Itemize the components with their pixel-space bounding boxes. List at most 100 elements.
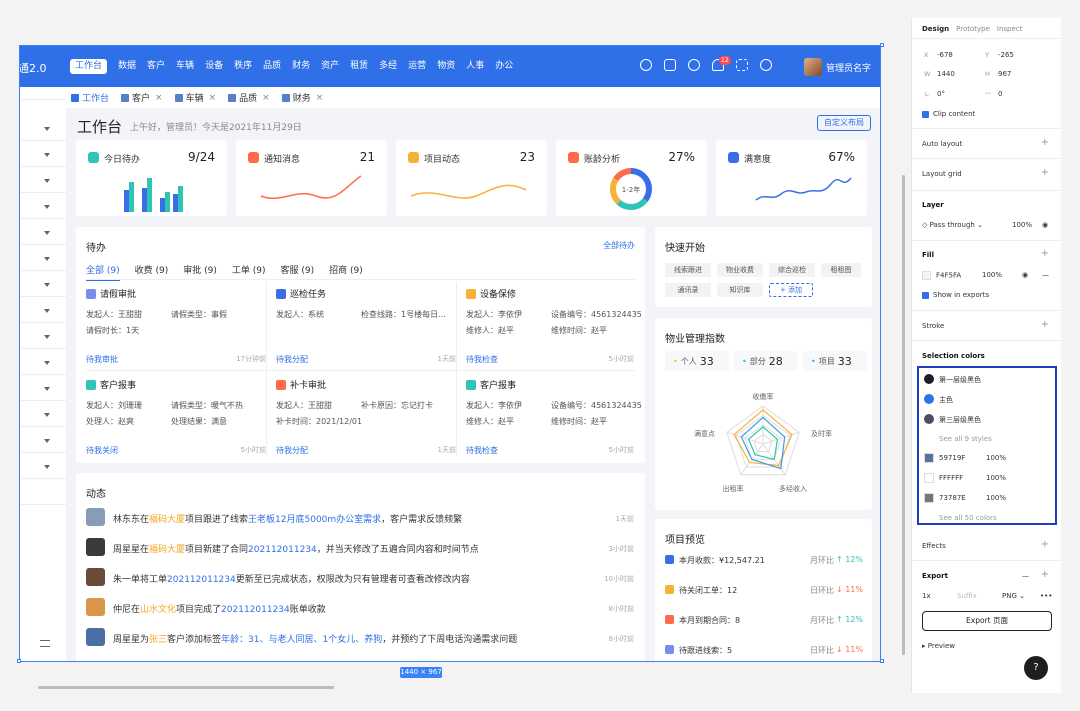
collapse-menu-icon[interactable] xyxy=(40,640,50,647)
close-icon[interactable]: × xyxy=(316,93,324,103)
export-button[interactable]: Export 页面 xyxy=(922,611,1052,631)
style-name[interactable]: 主色 xyxy=(939,395,953,405)
tab-3[interactable]: 品质 × xyxy=(228,91,270,104)
export-scale[interactable]: 1x xyxy=(922,592,931,600)
expand-arrow-icon[interactable] xyxy=(44,257,50,261)
color-swatch[interactable] xyxy=(924,493,934,503)
y-field[interactable]: -265 xyxy=(998,51,1014,59)
all-todo-link[interactable]: 全部待办 xyxy=(603,240,635,251)
expand-arrow-icon[interactable] xyxy=(44,413,50,417)
see-all-colors-link[interactable]: See all 50 colors xyxy=(939,514,997,522)
stat-card-0[interactable]: 今日待办 9/24 xyxy=(76,140,227,216)
dashboard-frame[interactable]: 通2.0 工作台 数据 客户 车辆 设备 秩序 品质 财务 资产 租赁 多经 运营 物资 人事 办公 12 … xyxy=(19,45,881,662)
preview-toggle[interactable]: ▸ Preview xyxy=(922,642,955,650)
suffix-input[interactable]: Suffix xyxy=(957,592,977,600)
stat-card-1[interactable]: 通知消息 21 xyxy=(236,140,387,216)
menu-item-10[interactable]: 多经 xyxy=(379,59,397,74)
remove-fill-icon[interactable]: — xyxy=(1042,271,1049,279)
stat-card-3[interactable]: 账龄分析 27% 1-2年 xyxy=(556,140,707,216)
radius-field[interactable]: 0 xyxy=(998,90,1002,98)
tab-1[interactable]: 客户 × xyxy=(121,91,163,104)
stat-card-2[interactable]: 项目动态 23 xyxy=(396,140,547,216)
task-item[interactable]: 客户报事 发起人：刘珊珊 请假类型：暖气不热 处理人：赵爽 处理结果：满意 待我关闭 5小时… xyxy=(86,378,266,458)
fill-eye-icon[interactable]: ◉ xyxy=(1022,271,1028,279)
task-item[interactable]: 请假审批 发起人：王甜甜 请假类型：事假 请假时长：1天 待我审批 17分钟前 xyxy=(86,287,266,367)
stat-card-4[interactable]: 满意度 67% xyxy=(716,140,867,216)
menu-item-14[interactable]: 办公 xyxy=(495,59,513,74)
style-name[interactable]: 第三层级黑色 xyxy=(939,415,981,425)
clip-content-checkbox[interactable]: Clip content xyxy=(922,110,975,118)
menu-item-3[interactable]: 车辆 xyxy=(176,59,194,74)
add-effect-icon[interactable]: + xyxy=(1041,539,1049,550)
quick-item[interactable]: 通讯录 xyxy=(665,283,711,297)
blend-mode-select[interactable]: ◇ Pass through ⌄ xyxy=(922,221,983,229)
activity-item[interactable]: 周星星为张三客户添加标签年龄：31、与老人同居、1个女儿、养狗，并预约了下周电话… xyxy=(86,628,634,648)
expand-arrow-icon[interactable] xyxy=(44,335,50,339)
task-action-link[interactable]: 待我关闭 xyxy=(86,445,118,456)
selection-handle[interactable] xyxy=(880,659,884,663)
expand-arrow-icon[interactable] xyxy=(44,283,50,287)
eye-icon[interactable]: ◉ xyxy=(1042,221,1048,229)
color-hex[interactable]: 59719F xyxy=(939,454,965,462)
expand-arrow-icon[interactable] xyxy=(44,179,50,183)
expand-arrow-icon[interactable] xyxy=(44,387,50,391)
quick-item[interactable]: 租租图 xyxy=(821,263,861,277)
expand-arrow-icon[interactable] xyxy=(44,361,50,365)
remove-export-icon[interactable]: — xyxy=(1022,572,1029,580)
close-icon[interactable]: × xyxy=(155,93,163,103)
activity-item[interactable]: 朱一单将工单202112011234更新至已完成状态，权限改为只有管理者可查看改… xyxy=(86,568,634,588)
search-icon[interactable] xyxy=(688,59,700,71)
task-item[interactable]: 客户报事 发起人：李依伊 设备编号：4561324435 维修人：赵平 维修时间：赵平待… xyxy=(466,378,642,458)
menu-item-8[interactable]: 资产 xyxy=(321,59,339,74)
add-fill-icon[interactable]: + xyxy=(1041,248,1049,259)
menu-item-6[interactable]: 品质 xyxy=(263,59,281,74)
selection-handle[interactable] xyxy=(17,659,21,663)
w-field[interactable]: 1440 xyxy=(937,70,955,78)
selection-handle[interactable] xyxy=(880,43,884,47)
task-item[interactable]: 补卡审批 发起人：王甜甜 补卡原因：忘记打卡 补卡时间：2021/12/01 待我分配 1… xyxy=(276,378,456,458)
menu-item-11[interactable]: 运营 xyxy=(408,59,426,74)
see-all-styles-link[interactable]: See all 9 styles xyxy=(939,435,992,443)
close-icon[interactable]: × xyxy=(262,93,270,103)
expand-arrow-icon[interactable] xyxy=(44,309,50,313)
task-action-link[interactable]: 待我审批 xyxy=(86,354,118,365)
more-options-icon[interactable]: ••• xyxy=(1040,592,1052,600)
add-auto-layout-icon[interactable]: + xyxy=(1041,137,1049,148)
quick-item[interactable]: 综合巡检 xyxy=(769,263,815,277)
vertical-scrollbar[interactable] xyxy=(902,175,905,655)
horizontal-scrollbar[interactable] xyxy=(38,686,334,689)
menu-item-0[interactable]: 工作台 xyxy=(70,59,108,74)
layer-opacity[interactable]: 100% xyxy=(1012,221,1032,229)
activity-item[interactable]: 林东东在福码大厦项目跟进了线索王老板12月底5000m办公室需求，客户需求反馈频… xyxy=(86,508,634,528)
color-swatch[interactable] xyxy=(924,453,934,463)
tab-inspect[interactable]: Inspect xyxy=(997,25,1023,33)
task-item[interactable]: 巡检任务 发起人：系统 检查线路：1号楼每日... 待我分配 1天前 xyxy=(276,287,456,367)
add-quick-button[interactable]: + 添加 xyxy=(769,283,813,297)
tab-0[interactable]: 工作台 xyxy=(71,91,109,104)
help-button[interactable]: ? xyxy=(1024,656,1048,680)
menu-item-2[interactable]: 客户 xyxy=(147,59,165,74)
color-swatch[interactable] xyxy=(924,473,934,483)
h-field[interactable]: 967 xyxy=(998,70,1011,78)
tab-prototype[interactable]: Prototype xyxy=(956,25,990,33)
gear-icon[interactable] xyxy=(760,59,772,71)
color-opacity[interactable]: 100% xyxy=(986,494,1006,502)
add-layout-grid-icon[interactable]: + xyxy=(1041,167,1049,178)
task-action-link[interactable]: 待我分配 xyxy=(276,354,308,365)
tab-4[interactable]: 财务 × xyxy=(281,91,324,104)
expand-arrow-icon[interactable] xyxy=(44,465,50,469)
task-action-link[interactable]: 待我分配 xyxy=(276,445,308,456)
menu-item-4[interactable]: 设备 xyxy=(205,59,223,74)
menu-item-5[interactable]: 秩序 xyxy=(234,59,252,74)
fullscreen-icon[interactable] xyxy=(736,59,748,71)
show-in-exports-checkbox[interactable]: Show in exports xyxy=(922,291,989,299)
refresh-icon[interactable] xyxy=(640,59,652,71)
expand-arrow-icon[interactable] xyxy=(44,153,50,157)
expand-arrow-icon[interactable] xyxy=(44,439,50,443)
color-opacity[interactable]: 100% xyxy=(986,454,1006,462)
expand-arrow-icon[interactable] xyxy=(44,127,50,131)
color-hex[interactable]: 73787E xyxy=(939,494,966,502)
add-stroke-icon[interactable]: + xyxy=(1041,319,1049,330)
x-field[interactable]: -678 xyxy=(937,51,953,59)
custom-layout-button[interactable]: 自定义布局 xyxy=(817,115,871,131)
